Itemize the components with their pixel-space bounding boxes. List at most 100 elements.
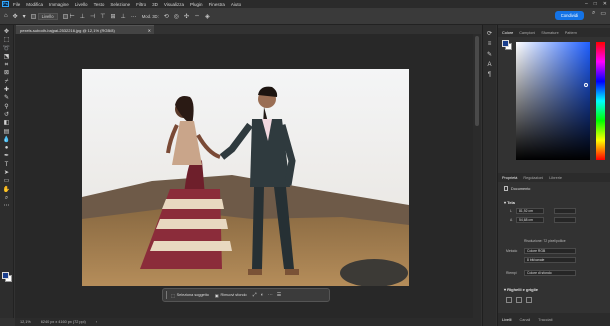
height-field[interactable]: 54,68 cm [516,217,544,223]
hand-tool-icon[interactable]: ✋ [2,186,12,194]
rulers-toggle-icon[interactable] [506,297,512,303]
rectangle-tool-icon[interactable]: ▭ [2,177,12,185]
type-tool-icon[interactable]: T [2,161,12,169]
rulers-section-header[interactable]: ▾ Righelli e griglie [504,287,538,292]
history-brush-tool-icon[interactable]: ↺ [2,111,12,119]
tab-colore[interactable]: Colore [502,31,513,35]
blur-tool-icon[interactable]: 💧 [2,136,12,144]
menu-testo[interactable]: Testo [94,2,105,7]
brush-settings-icon[interactable]: ✎ [487,51,492,58]
align-center-icon[interactable]: ⊥ [80,13,85,20]
color-panel-foreground[interactable] [502,40,509,47]
hue-slider[interactable] [596,42,605,160]
select-subject-button[interactable]: ⬚ Seleziona soggetto [171,293,209,298]
zoom-tool-icon[interactable]: ⌕ [2,194,12,202]
vertical-scrollbar[interactable] [473,34,481,318]
settings-icon[interactable]: ☰ [277,292,281,298]
workspace-icon[interactable]: ▭ [600,10,606,17]
y-field[interactable] [554,217,576,223]
more-options-icon[interactable]: … [131,13,137,19]
menu-visualizza[interactable]: Visualizza [164,2,184,7]
tab-pattern[interactable]: Pattern [565,31,577,35]
move-tool-icon[interactable]: ✥ [2,28,12,36]
tab-campioni[interactable]: Campioni [519,31,535,35]
object-selection-tool-icon[interactable]: ⬔ [2,53,12,61]
grid-toggle-icon[interactable] [516,297,522,303]
document-tab[interactable]: pexels-subodh-bajpai-2532216.jpg @ 12,1%… [16,25,154,34]
chevron-right-icon[interactable]: › [96,320,97,324]
tab-canali[interactable]: Canali [520,318,531,322]
transform-controls-checkbox[interactable] [62,13,68,19]
zoom-level[interactable]: 12,1% [20,320,31,324]
character-icon[interactable]: A [487,62,491,68]
crop-tool-icon[interactable]: ⌗ [2,61,12,69]
tab-proprieta[interactable]: Proprietà [502,176,517,180]
menu-selezione[interactable]: Selezione [110,2,130,7]
more-icon[interactable]: ⋯ [268,292,273,298]
home-icon[interactable]: ⌂ [4,13,8,19]
minimize-icon[interactable]: – [585,1,588,7]
menu-immagine[interactable]: Immagine [49,2,69,7]
menu-modifica[interactable]: Modifica [26,2,43,7]
remove-background-button[interactable]: ▣ Rimuovi sfondo [215,293,247,298]
roll-icon[interactable]: ◎ [174,13,179,20]
brush-tool-icon[interactable]: ✎ [2,94,12,102]
transform-icon[interactable]: ⤢ [253,292,257,298]
clone-stamp-tool-icon[interactable]: ⚲ [2,103,12,111]
menu-file[interactable]: File [13,2,20,7]
pan-icon[interactable]: ✣ [184,13,189,20]
align-bottom-icon[interactable]: ⊥ [121,13,126,20]
color-field[interactable] [516,42,590,160]
scale-icon[interactable]: ◈ [205,13,210,20]
foreground-color-swatch[interactable] [2,272,9,279]
width-field[interactable]: 81,92 cm [516,208,544,214]
paragraph-icon[interactable]: ¶ [488,72,491,78]
orbit-icon[interactable]: ⟲ [164,13,169,20]
adjustment-icon[interactable]: ◐ [261,292,264,298]
bit-depth-select[interactable]: 8 bit/canale [524,257,576,263]
search-icon[interactable]: ⌕ [592,10,595,17]
tab-tracciati[interactable]: Tracciati [538,318,552,322]
mode-select[interactable]: Colore RGB [524,248,576,254]
document-image[interactable] [82,69,409,286]
dodge-tool-icon[interactable]: ● [2,144,12,152]
color-picker-marker[interactable] [584,83,588,87]
auto-select-dropdown[interactable]: Livello [37,12,58,20]
menu-aiuto[interactable]: Aiuto [231,2,241,7]
menu-plugin[interactable]: Plugin [190,2,203,7]
move-tool-icon[interactable]: ✥ [13,13,18,20]
close-icon[interactable]: ✕ [603,1,607,7]
more-tools-icon[interactable]: ⋯ [2,202,12,210]
document-info[interactable]: 6240 px x 4160 px (72 ppi) [41,320,86,324]
history-icon[interactable]: ⟳ [487,30,492,37]
tab-livelli[interactable]: Livelli [502,318,512,322]
marquee-tool-icon[interactable]: ⬚ [2,36,12,44]
drag-handle[interactable] [166,291,167,299]
x-field[interactable] [554,208,576,214]
scrollbar-thumb[interactable] [475,36,479,126]
tab-regolazioni[interactable]: Regolazioni [523,176,543,180]
menu-finestra[interactable]: Finestra [209,2,225,7]
properties-icon[interactable]: ≡ [488,41,492,47]
fill-select[interactable]: Colore di sfondo [524,270,576,276]
pen-tool-icon[interactable]: ✒ [2,152,12,160]
align-middle-icon[interactable]: ⊞ [110,13,115,20]
lasso-tool-icon[interactable]: ➰ [2,45,12,53]
align-right-icon[interactable]: ⊣ [90,13,95,20]
path-selection-tool-icon[interactable]: ➤ [2,169,12,177]
maximize-icon[interactable]: □ [594,1,597,7]
menu-livello[interactable]: Livello [75,2,88,7]
menu-3d[interactable]: 3D [152,2,158,7]
healing-brush-tool-icon[interactable]: ✚ [2,86,12,94]
gradient-tool-icon[interactable]: ▤ [2,128,12,136]
align-left-icon[interactable]: ⊢ [70,13,75,20]
auto-select-checkbox[interactable] [30,13,36,19]
guides-toggle-icon[interactable] [526,297,532,303]
tab-librerie[interactable]: Librerie [549,176,562,180]
tab-sfumature[interactable]: Sfumature [541,31,559,35]
tab-close-icon[interactable]: ✕ [148,26,151,35]
frame-tool-icon[interactable]: ⊠ [2,69,12,77]
align-top-icon[interactable]: ⊤ [100,13,105,20]
eraser-tool-icon[interactable]: ◧ [2,119,12,127]
chevron-down-icon[interactable]: ▾ [23,13,26,20]
